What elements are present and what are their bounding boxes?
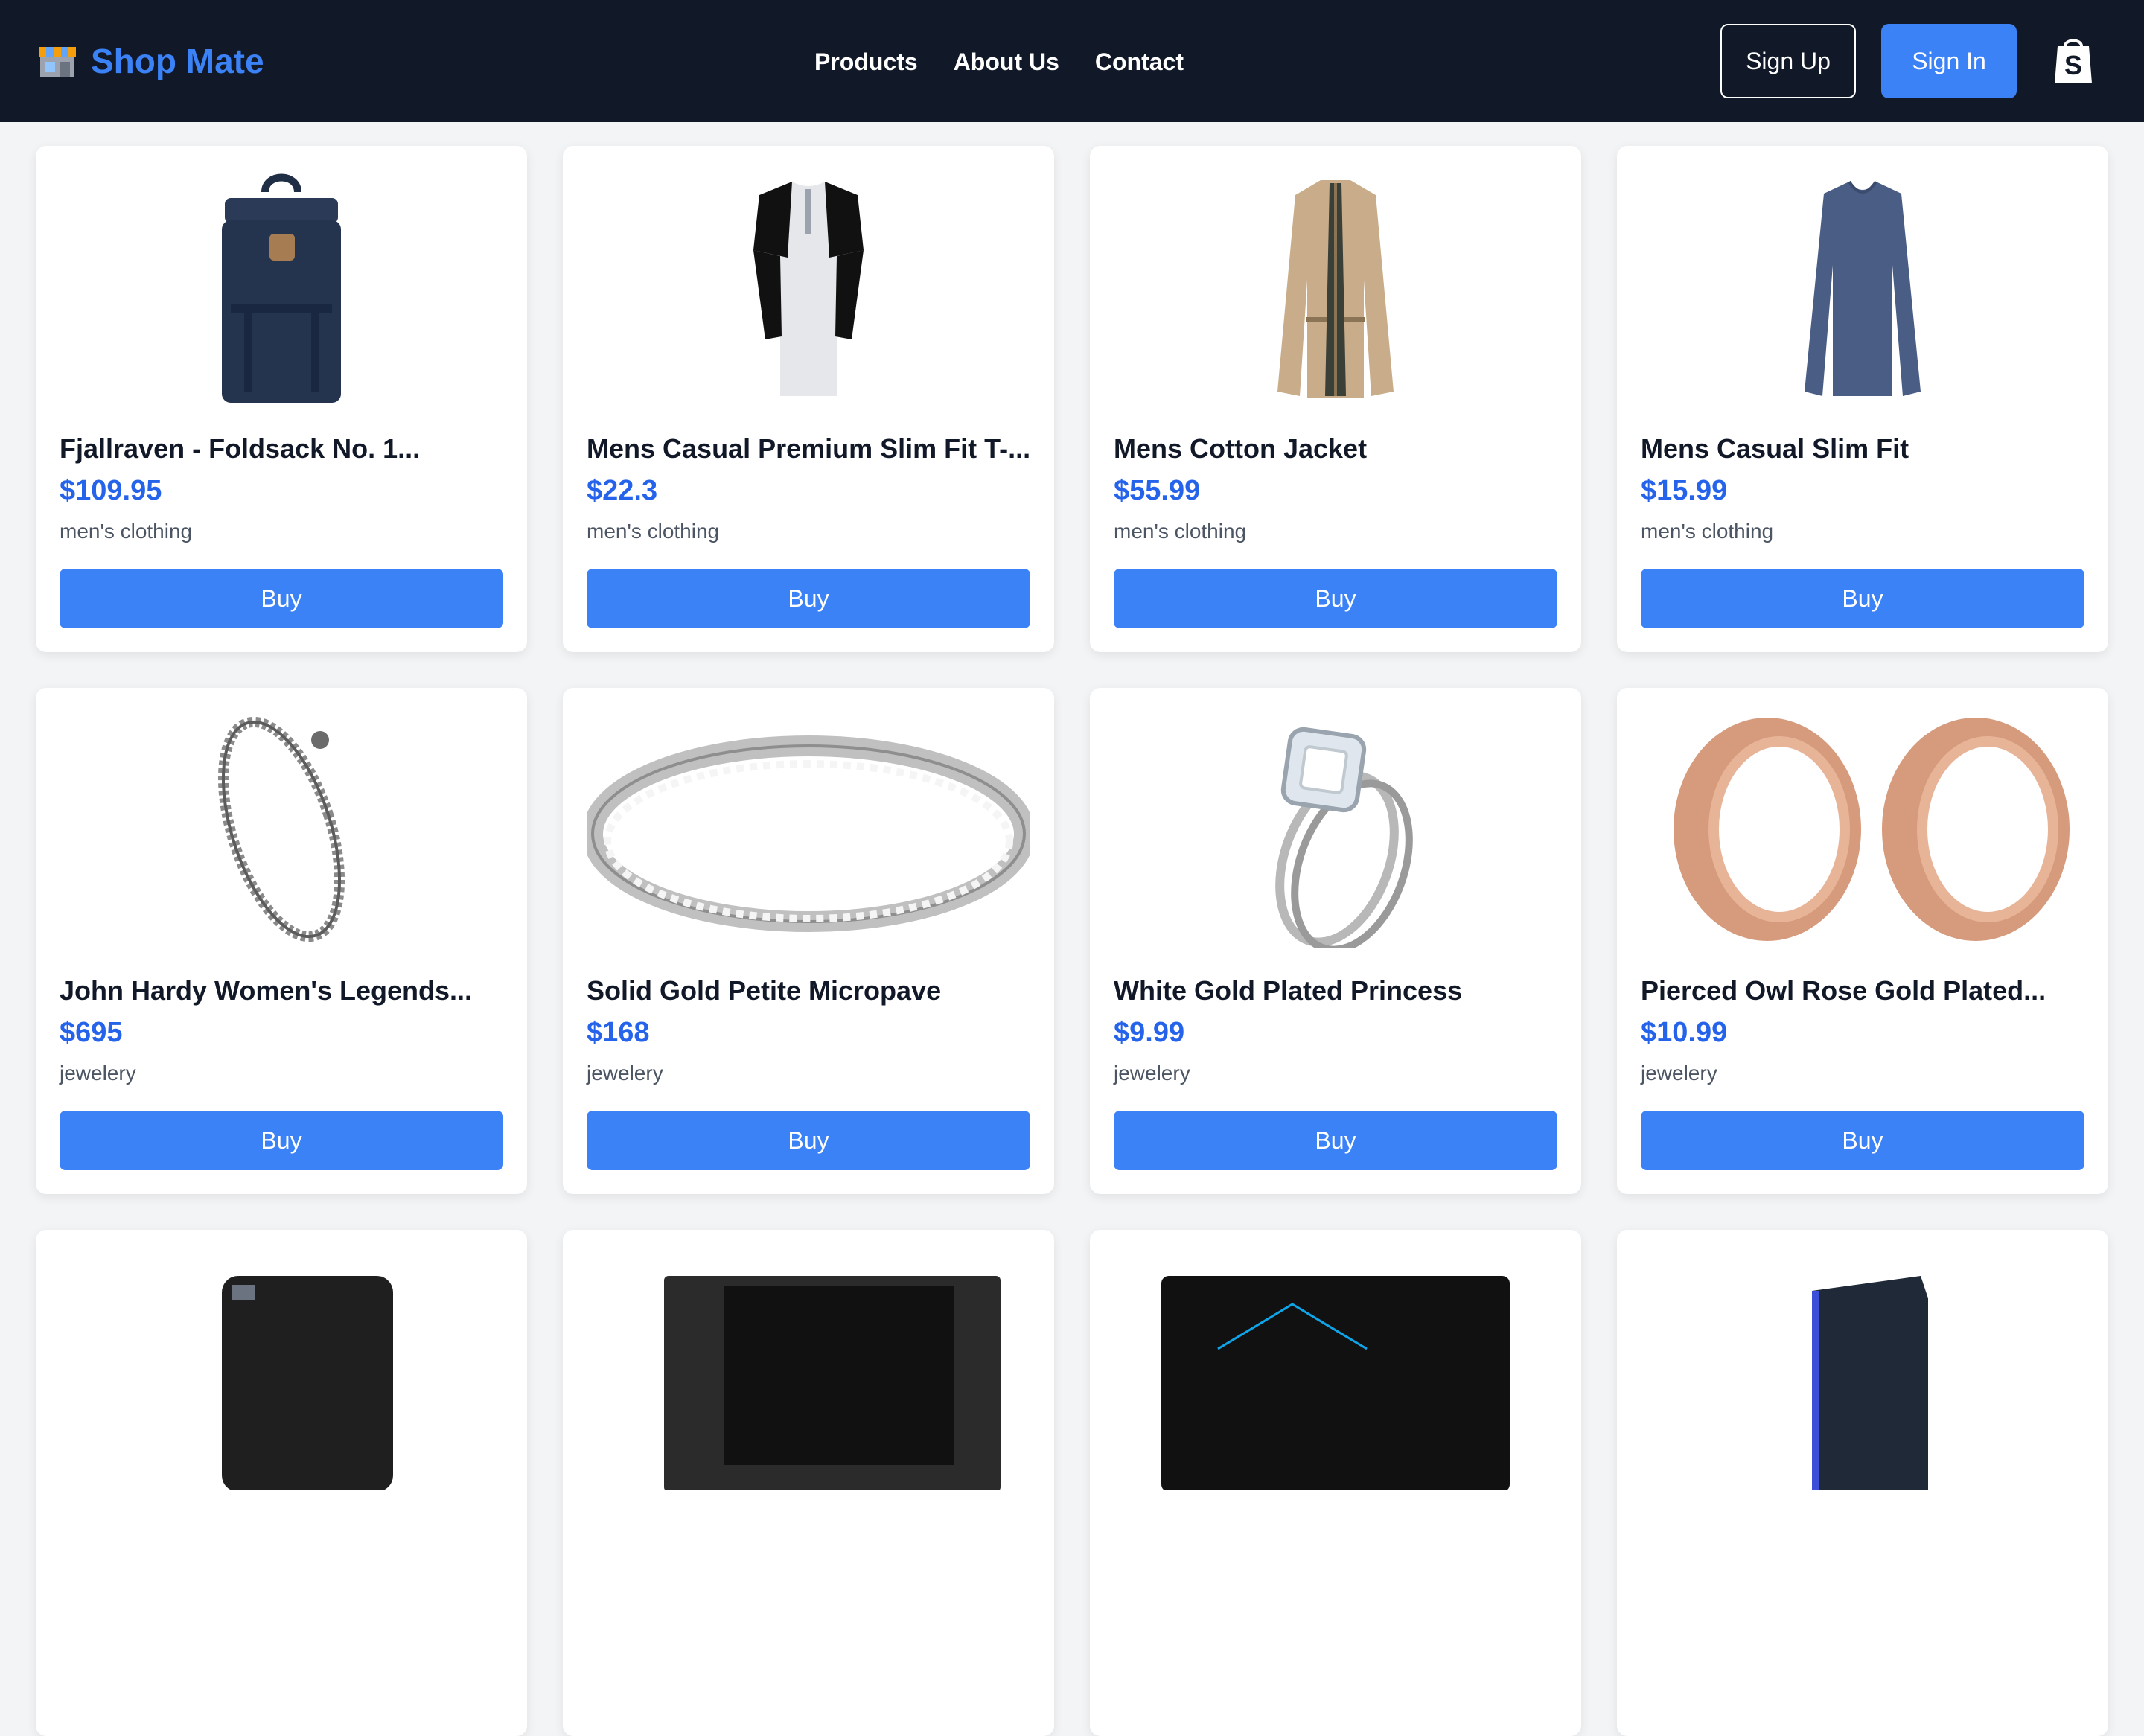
buy-button[interactable]: Buy: [60, 1111, 503, 1170]
sign-in-button[interactable]: Sign In: [1881, 24, 2017, 98]
rose-gold-tunnels-image: [1674, 718, 2070, 941]
product-price: $695: [60, 1017, 123, 1048]
product-category: jewelery: [587, 1062, 663, 1085]
product-image[interactable]: [1641, 1252, 2084, 1490]
svg-text:S: S: [2064, 50, 2082, 80]
nav-link-about-us[interactable]: About Us: [954, 48, 1059, 76]
raglan-tshirt-image: [753, 182, 864, 396]
product-category: jewelery: [60, 1062, 136, 1085]
brand-logo[interactable]: Shop Mate: [37, 39, 264, 83]
buy-button[interactable]: Buy: [587, 1111, 1030, 1170]
product-image[interactable]: [1114, 168, 1557, 406]
nav-link-products[interactable]: Products: [814, 48, 918, 76]
brand-name: Shop Mate: [91, 42, 264, 80]
product-card: Fjallraven - Foldsack No. 1... $109.95 m…: [36, 146, 527, 652]
product-image[interactable]: [587, 168, 1030, 406]
product-card: Mens Cotton Jacket $55.99 men's clothing…: [1090, 146, 1581, 652]
product-card: [1090, 1230, 1581, 1736]
product-price: $168: [587, 1017, 650, 1048]
product-price: $109.95: [60, 475, 162, 506]
product-image[interactable]: [1641, 168, 2084, 406]
cotton-jacket-image: [1277, 180, 1394, 398]
product-category: men's clothing: [1641, 520, 1774, 543]
product-card: [36, 1230, 527, 1736]
navbar: Shop Mate Products About Us Contact Sign…: [0, 0, 2144, 122]
product-title[interactable]: Pierced Owl Rose Gold Plated...: [1641, 975, 2084, 1006]
product-category: men's clothing: [587, 520, 720, 543]
external-hard-drive-image: [222, 1276, 393, 1490]
nav-link-contact[interactable]: Contact: [1095, 48, 1184, 76]
product-title[interactable]: Mens Cotton Jacket: [1114, 433, 1557, 465]
product-card: Mens Casual Premium Slim Fit T-... $22.3…: [563, 146, 1054, 652]
buy-button[interactable]: Buy: [1641, 569, 2084, 628]
product-image[interactable]: [1641, 710, 2084, 948]
product-card: [1617, 1230, 2108, 1736]
product-card: Pierced Owl Rose Gold Plated... $10.99 j…: [1617, 688, 2108, 1194]
buy-button[interactable]: Buy: [1114, 569, 1557, 628]
product-image[interactable]: [1114, 710, 1557, 948]
product-card: Solid Gold Petite Micropave $168 jeweler…: [563, 688, 1054, 1194]
ssd-plus-image: [664, 1276, 1001, 1490]
backpack-image: [222, 173, 341, 403]
product-image[interactable]: [587, 710, 1030, 948]
product-image[interactable]: [587, 1252, 1030, 1490]
princess-ring-image: [1275, 727, 1413, 948]
product-title[interactable]: Fjallraven - Foldsack No. 1...: [60, 433, 503, 465]
product-category: men's clothing: [1114, 520, 1247, 543]
product-image[interactable]: [1114, 1252, 1557, 1490]
buy-button[interactable]: Buy: [1641, 1111, 2084, 1170]
product-title[interactable]: White Gold Plated Princess: [1114, 975, 1557, 1006]
product-card: John Hardy Women's Legends... $695 jewel…: [36, 688, 527, 1194]
product-image[interactable]: [60, 710, 503, 948]
product-price: $22.3: [587, 475, 658, 506]
store-icon: [39, 47, 76, 77]
long-sleeve-shirt-image: [1805, 180, 1921, 396]
shopping-bag-icon[interactable]: S: [2053, 36, 2093, 85]
product-price: $9.99: [1114, 1017, 1185, 1048]
product-price: $15.99: [1641, 475, 1728, 506]
product-price: $55.99: [1114, 475, 1201, 506]
micropave-ring-image: [587, 735, 1030, 932]
nav-links: Products About Us Contact: [814, 41, 1184, 83]
buy-button[interactable]: Buy: [60, 569, 503, 628]
product-category: jewelery: [1114, 1062, 1190, 1085]
product-card: Mens Casual Slim Fit $15.99 men's clothi…: [1617, 146, 2108, 652]
portable-drive-image: [1812, 1276, 1928, 1490]
product-grid: Fjallraven - Foldsack No. 1... $109.95 m…: [36, 146, 2108, 1736]
product-card: White Gold Plated Princess $9.99 jeweler…: [1090, 688, 1581, 1194]
product-title[interactable]: Mens Casual Slim Fit: [1641, 433, 2084, 465]
buy-button[interactable]: Buy: [587, 569, 1030, 628]
product-category: jewelery: [1641, 1062, 1717, 1085]
buy-button[interactable]: Buy: [1114, 1111, 1557, 1170]
product-title[interactable]: John Hardy Women's Legends...: [60, 975, 503, 1006]
sign-up-button[interactable]: Sign Up: [1720, 24, 1856, 98]
product-image[interactable]: [60, 168, 503, 406]
product-price: $10.99: [1641, 1017, 1728, 1048]
dragon-bracelet-image: [217, 716, 345, 942]
product-title[interactable]: Mens Casual Premium Slim Fit T-...: [587, 433, 1030, 465]
product-image[interactable]: [60, 1252, 503, 1490]
product-category: men's clothing: [60, 520, 193, 543]
product-title[interactable]: Solid Gold Petite Micropave: [587, 975, 1030, 1006]
product-card: [563, 1230, 1054, 1736]
silicon-power-ssd-image: [1161, 1276, 1510, 1490]
